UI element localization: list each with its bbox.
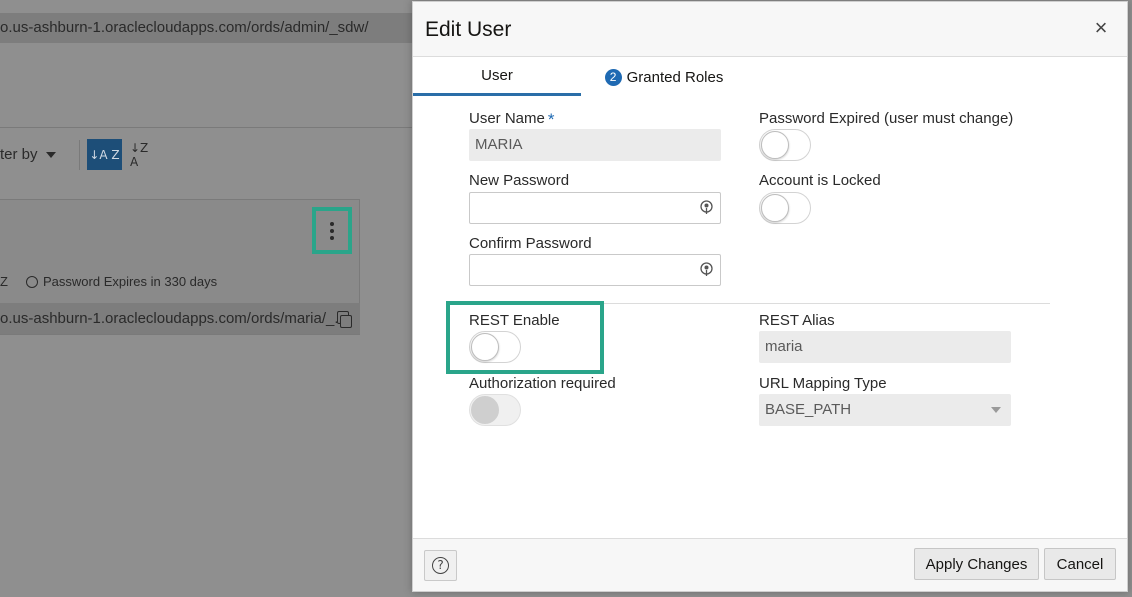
new-password-label: New Password [469, 172, 570, 189]
url-mapping-type-label: URL Mapping Type [759, 375, 887, 392]
user-url-text: o.us-ashburn-1.oraclecloudapps.com/ords/… [0, 303, 360, 334]
toolbar-separator [79, 140, 80, 170]
dialog-title: Edit User [425, 18, 512, 41]
background-divider [0, 127, 412, 128]
cancel-button[interactable]: Cancel [1044, 548, 1116, 580]
confirm-password-field[interactable] [469, 254, 721, 286]
caret-down-icon [45, 152, 56, 159]
granted-roles-count-badge: 2 [604, 68, 622, 86]
url-mapping-type-select: BASE_PATH [759, 394, 1011, 426]
rest-enable-highlight [446, 301, 604, 374]
password-reveal-icon[interactable] [700, 200, 713, 215]
password-expires-label: Password Expires in 330 days [43, 274, 218, 289]
password-expired-label: Password Expired (user must change) [759, 110, 1014, 127]
required-indicator: * [547, 110, 555, 129]
rest-alias-field: maria [759, 331, 1011, 363]
authorization-required-toggle [469, 394, 521, 426]
edit-user-dialog: Edit User × User 2 Granted Roles User Nam… [412, 1, 1128, 592]
copy-icon[interactable] [337, 311, 352, 328]
confirm-password-label: Confirm Password [469, 235, 592, 252]
toggle-knob [761, 131, 789, 159]
kebab-menu-icon [330, 221, 334, 240]
tab-user-label: User [481, 67, 513, 84]
tab-granted-roles[interactable]: 2 Granted Roles [581, 58, 747, 96]
admin-url-bar: o.us-ashburn-1.oraclecloudapps.com/ords/… [0, 13, 412, 43]
caret-down-icon [991, 407, 1001, 413]
new-password-field[interactable] [469, 192, 721, 224]
toggle-knob [761, 194, 789, 222]
sort-descending-button[interactable]: ↓Z A [130, 139, 154, 170]
filter-by-dropdown[interactable]: ter by [0, 146, 56, 163]
filter-label: ter by [0, 146, 38, 163]
account-locked-toggle[interactable] [759, 192, 811, 224]
dialog-footer: ? Apply Changes Cancel [413, 538, 1127, 591]
authorization-required-label: Authorization required [469, 375, 616, 392]
sort-ascending-button[interactable]: ↓A Z [87, 139, 122, 170]
card-fragment-text: Z [0, 274, 8, 289]
user-name-label: User Name * [469, 110, 555, 129]
tab-user[interactable]: User [413, 58, 581, 96]
user-name-field: MARIA [469, 129, 721, 161]
dialog-header: Edit User × [413, 2, 1127, 57]
card-actions-menu-button[interactable] [312, 207, 352, 254]
password-expired-toggle[interactable] [759, 129, 811, 161]
clock-icon [26, 276, 38, 288]
account-locked-label: Account is Locked [759, 172, 881, 189]
toggle-knob [471, 396, 499, 424]
sort-descending-icon: ↓Z A [130, 140, 149, 169]
tab-granted-roles-label: Granted Roles [626, 68, 724, 86]
help-icon: ? [432, 557, 449, 574]
apply-changes-button[interactable]: Apply Changes [914, 548, 1039, 580]
password-reveal-icon[interactable] [700, 262, 713, 277]
dialog-tabs: User 2 Granted Roles [413, 58, 1127, 96]
close-icon[interactable]: × [1091, 17, 1111, 39]
help-button[interactable]: ? [424, 550, 457, 581]
rest-alias-label: REST Alias [759, 312, 835, 329]
sort-ascending-icon: ↓A Z [89, 147, 120, 162]
password-expires-text: Password Expires in 330 days [26, 274, 217, 289]
